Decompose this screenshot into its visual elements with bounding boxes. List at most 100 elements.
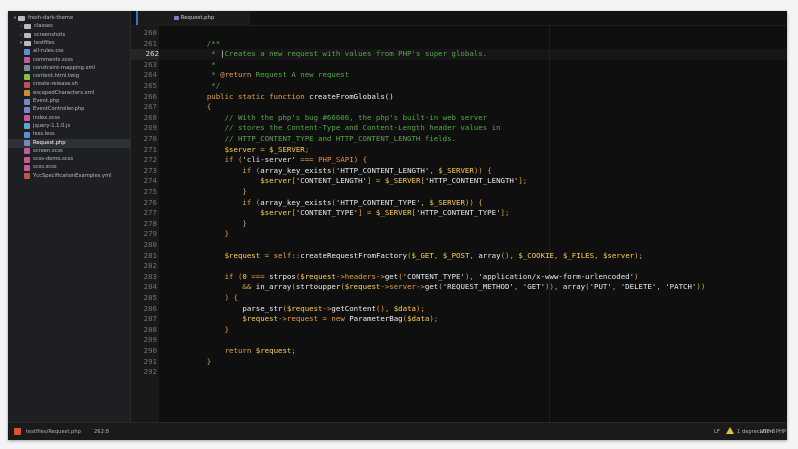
code-token: ( [251, 165, 261, 175]
line-number: 283 [143, 271, 157, 281]
code-token: /** [189, 38, 221, 48]
code-line[interactable]: } [189, 219, 246, 230]
file-icon [24, 57, 30, 63]
code-token: 'DELETE' [620, 282, 657, 292]
code-line[interactable]: } [189, 187, 246, 198]
code-line[interactable]: * [189, 59, 216, 71]
code-token: if [224, 155, 234, 165]
code-token: $_SERVER [429, 197, 465, 207]
code-line[interactable]: ) { [189, 293, 238, 304]
code-token: $request [300, 271, 336, 281]
code-token: { [189, 102, 212, 112]
code-line[interactable]: // stores the Content-Type and Content-L… [189, 123, 501, 134]
code-line[interactable]: && in_array(strtoupper($request->server-… [189, 282, 705, 293]
code-line[interactable]: } [189, 229, 229, 240]
line-number: 271 [143, 144, 157, 154]
status-encoding[interactable]: UTF-8 [760, 423, 775, 440]
code-token: :: [291, 250, 301, 260]
status-cursor-position[interactable]: 262:8 [94, 423, 109, 440]
code-token: ] = [367, 176, 385, 186]
file-icon [24, 106, 30, 113]
code-line[interactable]: parse_str($request->getContent(), $data)… [189, 304, 424, 315]
code-token: 'HTTP_CONTENT_TYPE' [335, 197, 421, 207]
line-number: 285 [143, 293, 157, 302]
status-bar: testfiles/Request.php 262:8 LF 1 depreca… [8, 422, 787, 440]
code-token: ) { [189, 293, 238, 302]
line-number: 278 [143, 218, 157, 228]
code-token: * [189, 70, 221, 80]
code-line[interactable]: * |Creates a new request with values fro… [189, 49, 487, 60]
code-line[interactable]: $request->request = new ParameterBag($da… [189, 314, 438, 325]
wrap-guide [549, 26, 550, 422]
code-line[interactable]: public static function createFromGlobals… [189, 92, 394, 103]
code-token: createRequestFromFactory [300, 250, 408, 260]
line-number: 289 [143, 335, 157, 345]
code-token: 'HTTP_CONTENT_TYPE' [415, 208, 501, 218]
code-editor[interactable]: 260 261 262 263 264 265 266 267 268 269 270 271 272 2… [131, 26, 787, 422]
line-number: 287 [143, 314, 157, 324]
code-line[interactable]: if (array_key_exists('HTTP_CONTENT_TYPE'… [189, 197, 482, 209]
code-token: return [224, 346, 256, 355]
tree-view[interactable]: ▾ fresh-dark-theme › classes › screenshots ▾ te… [8, 11, 131, 422]
code-token: , [420, 197, 430, 207]
code-token: if [242, 165, 252, 175]
code-token: * [189, 59, 216, 69]
code-token: $server [224, 144, 256, 154]
code-line[interactable]: if (array_key_exists('HTTP_CONTENT_LENGT… [189, 165, 491, 177]
code-line[interactable]: if (0 === strpos($request->headers->get(… [189, 272, 639, 283]
file-icon [24, 73, 30, 80]
line-number: 269 [143, 123, 157, 133]
file-icon [24, 81, 30, 88]
code-token: // stores the Content-Type and Content-L… [189, 123, 501, 133]
code-token: // HTTP_CONTENT_TYPE and HTTP_CONTENT_LE… [189, 134, 456, 143]
code-token: get [384, 271, 399, 281]
code-token: get [424, 282, 439, 292]
code-token: // With the php's bug #66606, the php's … [189, 112, 488, 122]
code-token: $request [255, 346, 292, 355]
code-token: 'HTTP_CONTENT_LENGTH' [335, 165, 430, 175]
line-number: 267 [143, 102, 157, 112]
status-grammar[interactable]: PHP [776, 423, 786, 440]
code-token: $_SERVER [438, 165, 474, 175]
tab-request-php[interactable]: Request.php [136, 11, 250, 25]
code-line[interactable]: // With the php's bug #66606, the php's … [189, 112, 488, 124]
code-line[interactable]: $server = $_SERVER; [189, 144, 310, 156]
file-icon [24, 65, 30, 72]
code-line[interactable]: $request = self::createRequestFromFactor… [189, 251, 643, 262]
line-number: 274 [143, 176, 157, 186]
status-line-ending[interactable]: LF [714, 423, 720, 440]
code-token: } [189, 356, 212, 366]
file-icon [24, 140, 30, 146]
code-line[interactable]: } [189, 357, 211, 368]
code-token: in_array [255, 282, 292, 292]
code-token: $_GET [411, 250, 434, 260]
code-line[interactable]: } [189, 325, 229, 336]
line-number: 280 [143, 240, 157, 249]
code-line[interactable]: * @return Request A new request [189, 70, 349, 81]
code-line[interactable]: if ('cli-server' === PHP_SAPI) { [189, 155, 367, 166]
code-token: $request [242, 314, 279, 324]
code-line[interactable]: */ [189, 81, 220, 92]
line-number: 286 [143, 303, 157, 313]
status-file-path[interactable]: testfiles/Request.php [26, 423, 81, 440]
code-line[interactable]: // HTTP_CONTENT_TYPE and HTTP_CONTENT_LE… [189, 134, 456, 145]
code-line[interactable]: $server['CONTENT_TYPE'] = $_SERVER['HTTP… [189, 208, 509, 219]
code-token: $_SERVER [384, 176, 421, 186]
line-number: 290 [143, 346, 157, 355]
code-token: $request [224, 250, 261, 260]
code-token: array [562, 282, 586, 292]
code-token: if [242, 197, 252, 207]
code-line[interactable]: return $request; [189, 346, 296, 357]
code-token: , [594, 250, 603, 260]
code-line[interactable]: $server['CONTENT_LENGTH'] = $_SERVER['HT… [189, 176, 527, 187]
code-token: ) { [353, 155, 368, 165]
code-line[interactable]: { [189, 102, 211, 113]
code-line[interactable]: /** [189, 39, 220, 50]
code-token: $_SERVER [269, 144, 305, 154]
tree-item[interactable]: YccSpecificationExamples.yml [8, 172, 130, 181]
code-token: , [513, 282, 523, 292]
